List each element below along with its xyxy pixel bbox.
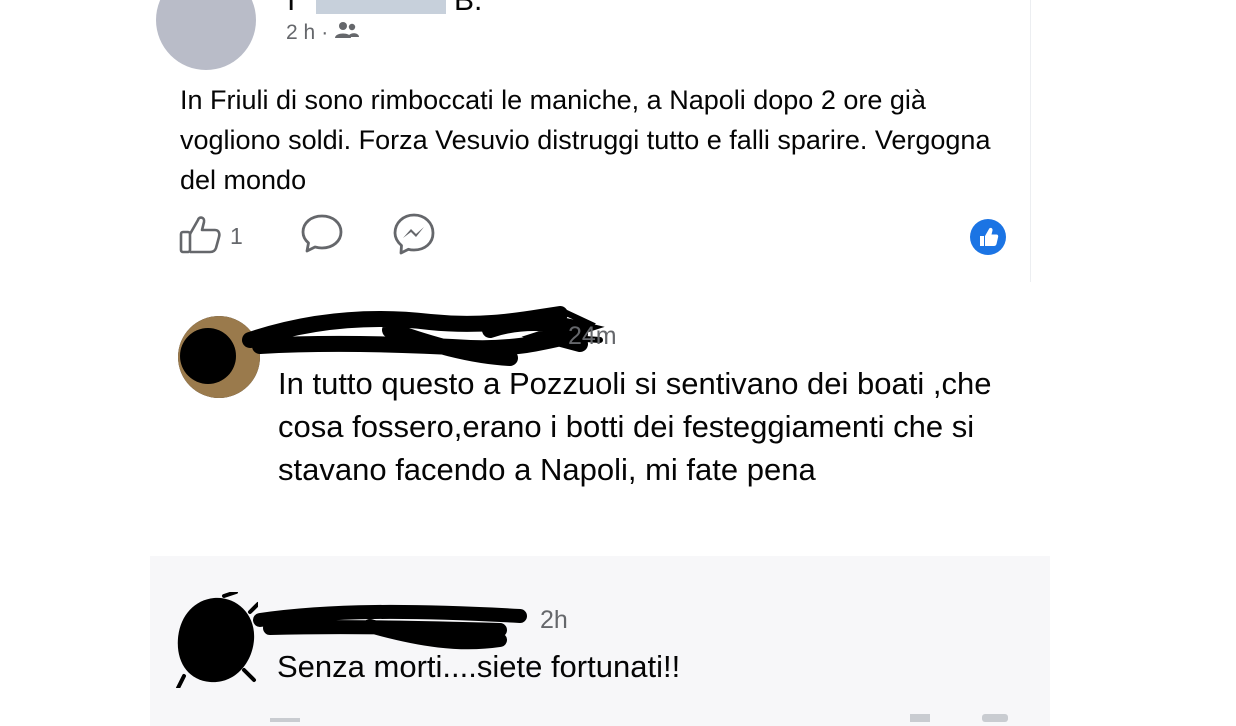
cropped-actions-row xyxy=(270,714,1008,722)
thumbs-up-icon xyxy=(178,212,224,261)
comment-button[interactable] xyxy=(299,212,345,261)
comment-1-time[interactable]: 24m xyxy=(568,322,617,351)
like-button[interactable]: 1 xyxy=(178,212,243,261)
post-actions: 1 xyxy=(178,212,437,261)
post-text: In Friuli di sono rimboccati le maniche,… xyxy=(180,85,991,195)
commenter-2-avatar[interactable] xyxy=(174,590,260,690)
messenger-button[interactable] xyxy=(391,212,437,261)
author-name-first: T xyxy=(282,0,301,17)
meta-separator: · xyxy=(321,21,329,44)
author-name-last: B. xyxy=(454,0,483,17)
close-icon[interactable] xyxy=(966,0,1000,8)
like-count: 1 xyxy=(230,222,243,249)
post-meta: 2 h · xyxy=(286,20,360,46)
friends-icon xyxy=(334,20,360,46)
name-redaction xyxy=(316,0,446,14)
messenger-icon xyxy=(391,212,437,261)
comment-icon xyxy=(299,212,345,261)
comment-2-time[interactable]: 2h xyxy=(540,606,568,635)
like-reaction-icon[interactable] xyxy=(970,219,1006,255)
comment-1-text: In tutto questo a Pozzuoli si sentivano … xyxy=(278,366,992,487)
comment-2-text: Senza morti....siete fortunati!! xyxy=(277,649,681,684)
post-time[interactable]: 2 h xyxy=(286,21,315,45)
